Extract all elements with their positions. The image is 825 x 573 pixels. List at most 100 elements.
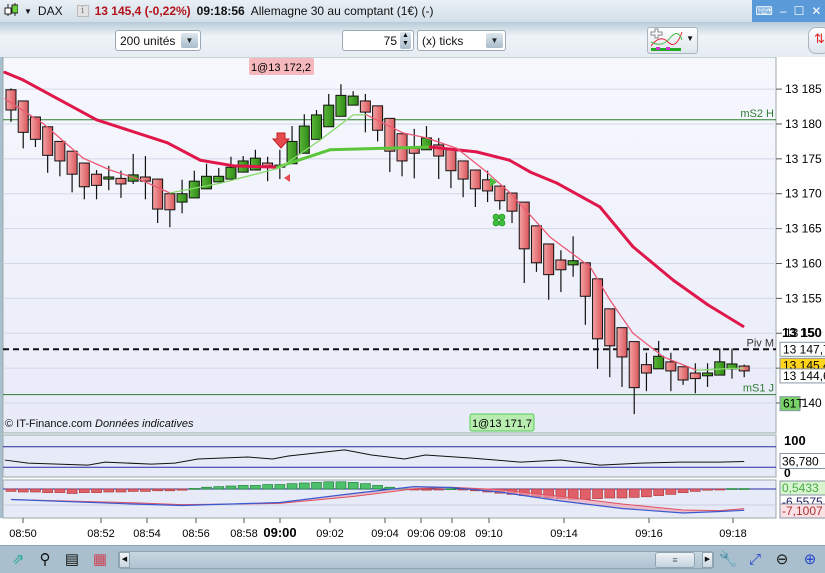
indicator2-panel[interactable]	[2, 479, 777, 519]
candle-up	[323, 104, 335, 128]
zoom-out-icon[interactable]: ⊖	[772, 550, 792, 570]
horizontal-scrollbar[interactable]: ◀ ≡ ▶	[118, 551, 714, 569]
x-tick-label: 09:10	[475, 528, 503, 540]
macd-histogram-bar	[677, 488, 689, 493]
keyboard-icon[interactable]: ⌨	[756, 4, 773, 18]
x-tick-label: 09:02	[316, 528, 344, 540]
chevron-down-icon[interactable]: ▼	[486, 33, 503, 48]
chevron-down-icon[interactable]: ▼	[686, 34, 694, 43]
macd-histogram-bar	[726, 488, 738, 490]
tick-count-value: 75	[383, 33, 397, 48]
sync-button[interactable]: ⇅	[808, 27, 825, 54]
price-panel[interactable]	[2, 57, 777, 434]
info-icon[interactable]: i	[76, 5, 89, 17]
order-label-sell[interactable]: 1@13 172,2	[249, 58, 314, 75]
macd-histogram-bar	[17, 488, 29, 493]
y-tick-label: 13 165	[785, 222, 822, 236]
chevron-down-icon[interactable]: ▼	[181, 33, 198, 48]
x-tick-label: 08:56	[182, 528, 210, 540]
macd-histogram-bar	[201, 486, 212, 490]
macd-histogram-bar	[690, 488, 701, 492]
indicator2-tag-text: -7,1007	[782, 504, 823, 518]
indicator1-panel[interactable]	[2, 434, 777, 478]
scroll-thumb[interactable]: ≡	[655, 552, 695, 568]
window-controls: ⌨ – ☐ ✕	[752, 0, 825, 22]
spinner-arrows-icon[interactable]: ▲ ▼	[400, 32, 411, 49]
x-tick-label: 09:16	[635, 528, 663, 540]
size-select[interactable]: 200 unités ▼	[115, 30, 201, 51]
zoom-in-icon[interactable]: ⊕	[800, 550, 820, 570]
candle-down	[530, 225, 542, 264]
macd-histogram-bar	[42, 488, 53, 493]
link-icon[interactable]: ⚲	[35, 550, 55, 570]
close-icon[interactable]: ✕	[811, 4, 821, 18]
tick-count-stepper[interactable]: 75 ▲ ▼	[342, 30, 414, 51]
price-tag-text: 61T	[783, 397, 804, 411]
candle-down	[640, 364, 652, 374]
chart-area[interactable]: mS2 H Piv M mS1 J 13 185 13 180 13 175 13 170…	[0, 57, 825, 545]
candle-up	[249, 157, 261, 171]
price-change: 13 145,4 (-0,22%)	[94, 4, 191, 18]
macd-histogram-bar	[213, 486, 225, 490]
indicator1-axis-top: 100	[784, 433, 806, 448]
size-select-value: 200 unités	[120, 33, 176, 48]
layout-icon[interactable]: ▦	[90, 550, 110, 570]
macd-histogram-bar	[347, 482, 359, 490]
macd-histogram-bar	[433, 488, 445, 491]
x-tick-label: 09:00	[263, 525, 296, 540]
minimize-icon[interactable]: –	[780, 4, 787, 18]
export-chart-icon[interactable]: ⇗	[8, 550, 28, 570]
macd-histogram-bar	[225, 485, 237, 490]
scroll-left-icon[interactable]: ◀	[119, 552, 130, 568]
candle-up	[103, 176, 115, 180]
level-label: mS1 J	[743, 383, 774, 395]
candle-down	[604, 308, 616, 347]
macd-histogram-bar	[189, 488, 200, 490]
notes-icon[interactable]: ▤	[62, 550, 82, 570]
candle-up	[702, 372, 714, 377]
candle-down	[628, 341, 640, 389]
candle-down	[115, 177, 127, 185]
add-indicator-button[interactable]: ▼	[647, 27, 698, 54]
candle-down	[579, 262, 591, 297]
macd-histogram-bar	[115, 488, 127, 493]
y-tick-label: 13 180	[785, 117, 822, 131]
macd-histogram-bar	[54, 488, 66, 493]
ma-long-segment	[378, 145, 432, 150]
candle-down	[445, 149, 457, 172]
candle-up	[347, 95, 359, 106]
macd-histogram-bar	[335, 481, 347, 490]
candle-down	[543, 243, 555, 276]
x-tick-label: 08:50	[9, 528, 37, 540]
x-tick-label: 09:06	[407, 528, 435, 540]
candle-down	[592, 278, 604, 340]
settings-wrench-icon[interactable]: 🔧	[718, 550, 738, 570]
order-label-buy[interactable]: 1@13 171,7	[469, 413, 535, 432]
period-select-value: (x) ticks	[422, 33, 464, 48]
y-tick-label: 13 170	[785, 187, 822, 201]
candle-down	[469, 169, 481, 190]
macd-histogram-bar	[66, 488, 78, 494]
price-tag-text: 13 144,6	[783, 369, 825, 383]
x-tick-label: 08:52	[87, 528, 115, 540]
macd-histogram-bar	[665, 488, 677, 495]
macd-histogram-bar	[628, 488, 640, 498]
candlestick-chart-icon[interactable]	[4, 2, 19, 21]
title-bar: ▼ DAX i 13 145,4 (-0,22%) 09:18:56 Allem…	[0, 0, 825, 22]
period-select[interactable]: (x) ticks ▼	[417, 30, 506, 51]
auto-scale-icon[interactable]: ⤢	[745, 550, 765, 570]
chart-toolbar: 200 unités ▼ 75 ▲ ▼ (x) ticks ▼ ▼ ⇅	[0, 22, 825, 57]
macd-histogram-bar	[653, 488, 664, 496]
instrument-name: Allemagne 30 au comptant (1€) (-)	[250, 4, 434, 18]
ma-short-segment	[722, 367, 744, 370]
symbol-name[interactable]: DAX	[38, 4, 63, 18]
scroll-right-icon[interactable]: ▶	[702, 552, 713, 568]
indicator-chart-icon	[650, 28, 683, 51]
indicative-data-text: Données indicatives	[95, 418, 194, 430]
symbol-dropdown-icon[interactable]: ▼	[24, 7, 32, 16]
macd-histogram-bar	[360, 483, 371, 490]
maximize-icon[interactable]: ☐	[794, 4, 805, 18]
candle-up	[176, 193, 188, 203]
candle-down	[91, 173, 103, 186]
order-label-sell-text: 1@13 172,2	[251, 62, 311, 74]
